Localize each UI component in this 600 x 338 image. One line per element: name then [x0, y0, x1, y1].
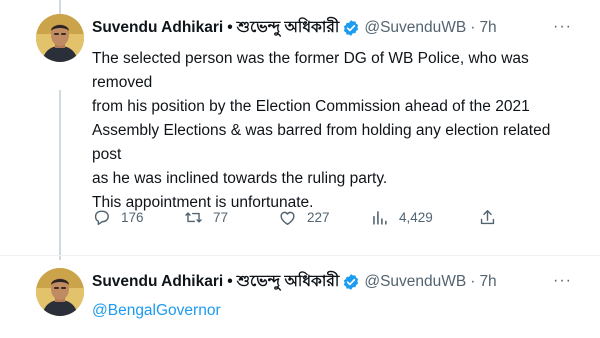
retweet-count: 77 [213, 210, 229, 225]
tweet-header: Suvendu Adhikari • শুভেন্দু অধিকারী @Suv… [92, 18, 497, 38]
tweet-header: Suvendu Adhikari • শুভেন্দু অধিকারী @Suv… [92, 272, 497, 292]
tweet-text-line: Assembly Elections & was barred from hol… [92, 122, 551, 163]
tweet-text-line: from his position by the Election Commis… [92, 98, 530, 115]
tweet[interactable]: Suvendu Adhikari • শুভেন্দু অধিকারী @Suv… [0, 258, 600, 338]
tweet[interactable]: Suvendu Adhikari • শুভেন্দু অধিকারী @Suv… [0, 0, 600, 255]
display-name-bengali[interactable]: শুভেন্দু অধিকারী [237, 15, 340, 41]
mention-link[interactable]: @BengalGovernor [92, 302, 221, 320]
like-count: 227 [307, 210, 330, 225]
more-icon[interactable]: ··· [553, 18, 572, 36]
views-button[interactable]: 4,429 [370, 208, 433, 227]
tweet-text-line: The selected person was the former DG of… [92, 50, 529, 91]
like-button[interactable]: 227 [278, 208, 330, 227]
avatar[interactable] [36, 268, 84, 316]
verified-badge-icon [342, 19, 360, 37]
view-count: 4,429 [399, 210, 433, 225]
share-icon [480, 210, 495, 225]
separator-dot: · [470, 273, 476, 290]
display-name[interactable]: Suvendu Adhikari [92, 273, 223, 291]
reply-count: 176 [121, 210, 144, 225]
timestamp[interactable]: 7h [479, 19, 496, 37]
verified-badge-icon [342, 273, 360, 291]
handle[interactable]: @SuvenduWB [364, 273, 466, 291]
thread-connector [59, 90, 61, 260]
display-name-bengali[interactable]: শুভেন্দু অধিকারী [237, 269, 340, 295]
reply-icon [94, 210, 109, 226]
reply-button[interactable]: 176 [92, 208, 144, 227]
name-bullet: • [227, 273, 233, 290]
tweet-text: The selected person was the former DG of… [92, 47, 582, 215]
separator-dot: · [470, 19, 476, 36]
more-icon[interactable]: ··· [553, 272, 572, 290]
share-button[interactable] [478, 208, 507, 227]
views-icon [373, 211, 387, 225]
timestamp[interactable]: 7h [479, 273, 496, 291]
retweet-icon [185, 212, 202, 223]
name-bullet: • [227, 19, 233, 36]
tweet-text-line: as he was inclined towards the ruling pa… [92, 170, 388, 187]
handle[interactable]: @SuvenduWB [364, 19, 466, 37]
tweet-actions: 176 77 227 4,429 [92, 208, 502, 230]
like-icon [280, 211, 295, 225]
retweet-button[interactable]: 77 [184, 208, 228, 227]
avatar[interactable] [36, 14, 84, 62]
display-name[interactable]: Suvendu Adhikari [92, 19, 223, 37]
tweet-divider [0, 255, 600, 256]
